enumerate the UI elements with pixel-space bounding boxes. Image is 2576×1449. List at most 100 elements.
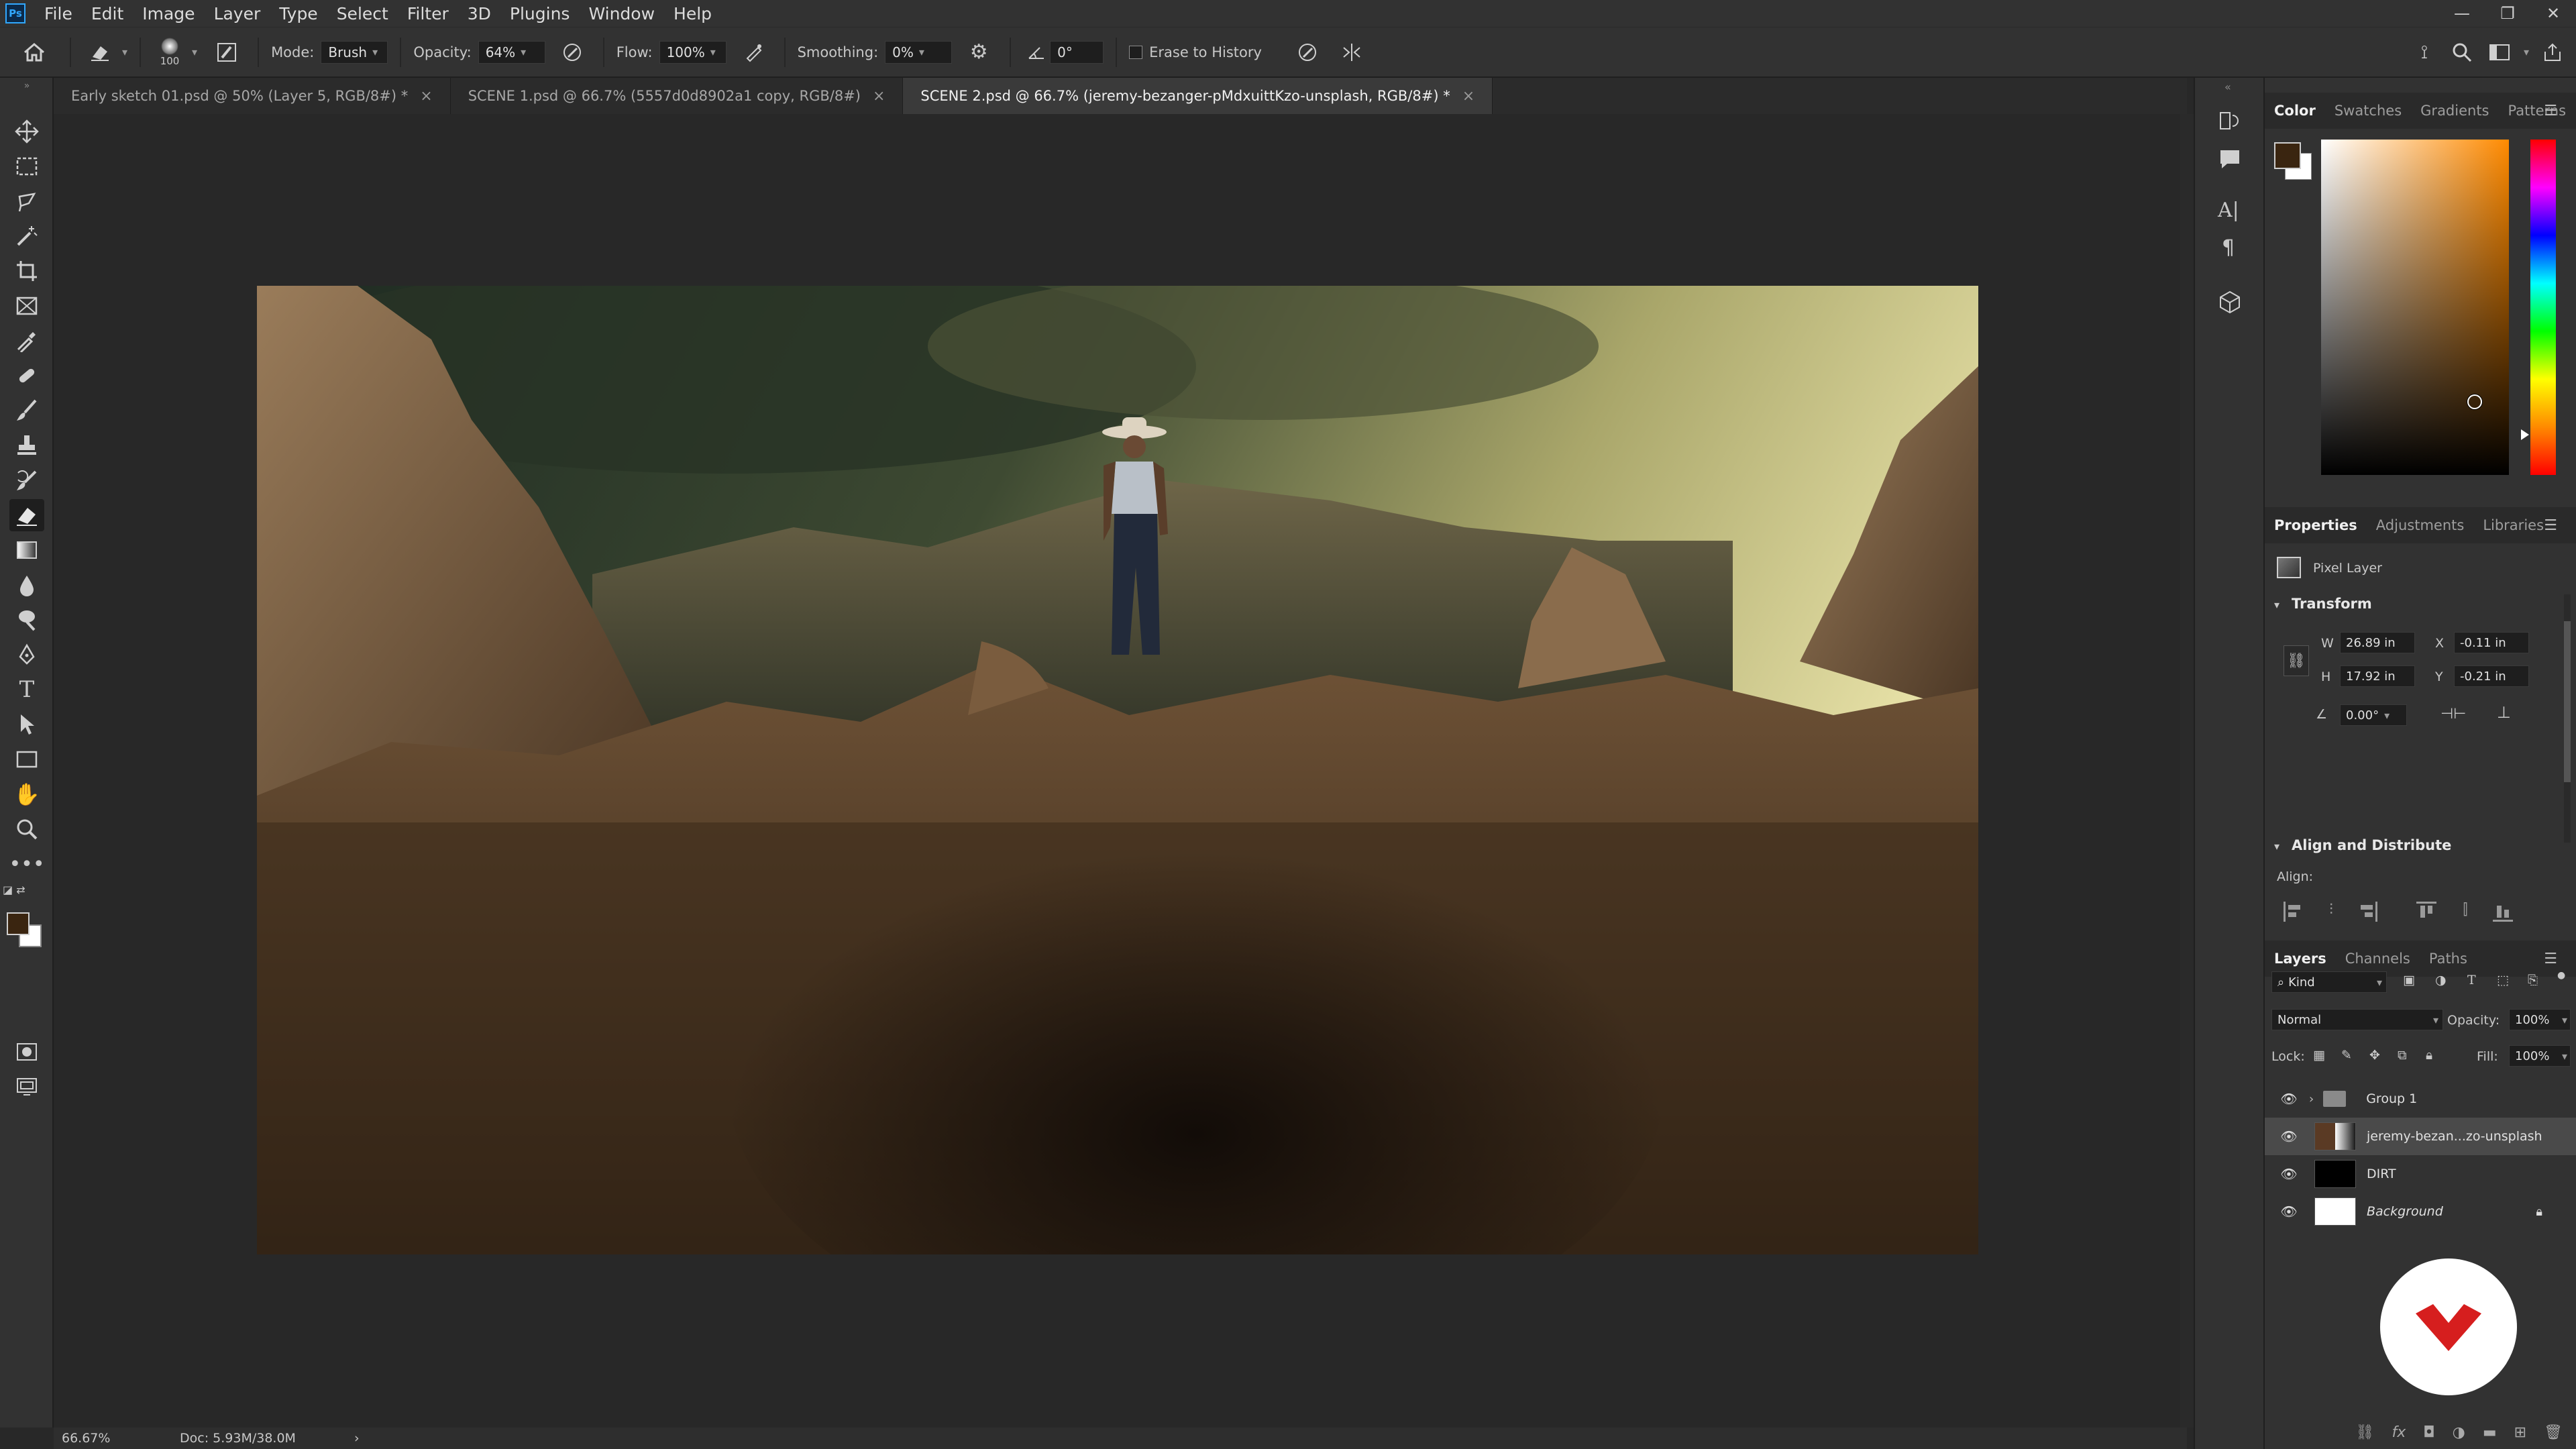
visibility-eye-icon[interactable]: 👁︎ [2275, 1203, 2302, 1220]
doc-size-info[interactable]: Doc: 5.93M/38.0M [180, 1431, 327, 1446]
restore-icon[interactable]: ❐ [2485, 4, 2530, 23]
x-input[interactable]: -0.11 in [2454, 632, 2529, 653]
close-icon[interactable]: ✕ [2530, 4, 2576, 23]
close-tab-icon[interactable]: × [1462, 88, 1474, 105]
layer-opacity-input[interactable]: 100% ▾ [2509, 1009, 2571, 1030]
chevron-down-icon[interactable]: ▾ [192, 46, 197, 58]
history-brush-tool-icon[interactable] [9, 464, 44, 496]
properties-scrollbar[interactable] [2564, 594, 2571, 843]
layer-row-selected[interactable]: 👁︎ jeremy-bezan...zo-unsplash [2265, 1118, 2576, 1155]
visibility-eye-icon[interactable]: 👁︎ [2275, 1166, 2302, 1182]
brush-angle-field[interactable]: 0° [1050, 40, 1104, 64]
flip-vertical-icon[interactable]: ⊥ [2497, 703, 2511, 722]
crop-tool-icon[interactable] [9, 255, 44, 287]
symmetry-icon[interactable] [1333, 42, 1371, 62]
lock-artboard-icon[interactable]: ⧉ [2398, 1048, 2407, 1063]
filter-smart-object-icon[interactable]: ⎘ [2528, 973, 2538, 987]
align-bottom-icon[interactable] [2493, 902, 2513, 922]
rectangle-tool-icon[interactable] [9, 743, 44, 775]
panel-menu-icon[interactable]: ☰ [2534, 951, 2567, 967]
y-input[interactable]: -0.21 in [2454, 665, 2529, 687]
eyedropper-tool-icon[interactable] [9, 325, 44, 357]
height-input[interactable]: 17.92 in [2340, 665, 2415, 687]
frame-tool-icon[interactable] [9, 290, 44, 322]
filter-adjustment-icon[interactable]: ◑ [2435, 973, 2447, 987]
chevron-down-icon[interactable]: ▾ [2274, 598, 2279, 611]
menu-window[interactable]: Window [579, 4, 664, 23]
type-tool-icon[interactable]: T [9, 674, 44, 706]
swap-colors-icon[interactable]: ◪ ⇄ [3, 881, 38, 898]
pressure-size-icon[interactable] [1289, 42, 1326, 62]
dodge-tool-icon[interactable] [9, 604, 44, 636]
menu-layer[interactable]: Layer [205, 4, 270, 23]
menu-image[interactable]: Image [133, 4, 204, 23]
marquee-tool-icon[interactable] [9, 150, 44, 182]
filter-shape-icon[interactable]: ⬚ [2497, 973, 2509, 987]
eraser-tool-preset-icon[interactable] [83, 42, 117, 62]
document-tab-active[interactable]: SCENE 2.psd @ 66.7% (jeremy-bezanger-pMd… [903, 78, 1493, 114]
flow-field[interactable]: 100% ▾ [659, 40, 727, 64]
home-icon[interactable] [11, 42, 58, 62]
link-layers-icon[interactable]: ⛓ [2356, 1424, 2375, 1441]
layer-row-group[interactable]: 👁︎ › Group 1 [2265, 1080, 2576, 1118]
fill-input[interactable]: 100% ▾ [2509, 1045, 2571, 1067]
hue-slider-handle[interactable] [2521, 429, 2529, 440]
tab-swatches[interactable]: Swatches [2325, 103, 2411, 119]
tab-paths[interactable]: Paths [2420, 951, 2477, 967]
layer-filter-kind-dropdown[interactable]: ⌕ Kind ▾ [2271, 971, 2387, 993]
vertical-scrollbar[interactable] [2180, 114, 2194, 1428]
gradient-tool-icon[interactable] [9, 534, 44, 566]
brush-size-picker[interactable]: 100 [153, 37, 186, 67]
smoothing-field[interactable]: 0% ▾ [885, 40, 953, 64]
airbrush-icon[interactable] [735, 42, 772, 62]
character-panel-icon[interactable]: A| [2218, 199, 2239, 222]
transform-section-title[interactable]: Transform [2292, 596, 2372, 612]
align-right-icon[interactable] [2357, 902, 2377, 922]
layer-row[interactable]: 👁︎ DIRT [2265, 1155, 2576, 1193]
mode-dropdown[interactable]: Brush ▾ [321, 40, 388, 64]
export-icon[interactable] [2529, 42, 2576, 62]
fx-icon[interactable]: fx [2392, 1424, 2406, 1441]
pen-tool-icon[interactable] [9, 639, 44, 671]
healing-brush-tool-icon[interactable] [9, 360, 44, 392]
trash-icon[interactable]: 🗑︎ [2544, 1424, 2563, 1441]
align-center-h-icon[interactable]: ⫶ [2321, 902, 2341, 922]
workspace-icon[interactable] [2481, 43, 2518, 62]
pressure-opacity-icon[interactable] [553, 42, 591, 62]
lock-position-icon[interactable]: ✥ [2369, 1048, 2380, 1063]
document-image[interactable] [257, 286, 1978, 1254]
new-group-icon[interactable]: ▬ [2483, 1424, 2497, 1441]
chevron-down-icon[interactable]: ▾ [2274, 840, 2279, 853]
menu-3d[interactable]: 3D [458, 4, 500, 23]
tab-color[interactable]: Color [2265, 103, 2325, 119]
opacity-field[interactable]: 64% ▾ [478, 40, 545, 64]
history-panel-icon[interactable] [2218, 109, 2242, 136]
minimize-icon[interactable]: — [2439, 4, 2485, 23]
paragraph-panel-icon[interactable]: ¶ [2222, 236, 2235, 260]
align-section-title[interactable]: Align and Distribute [2292, 837, 2451, 853]
lock-transparent-icon[interactable]: ▦ [2313, 1048, 2325, 1063]
chevron-down-icon[interactable]: ▾ [2524, 46, 2529, 58]
panel-menu-icon[interactable]: ☰ [2534, 103, 2567, 119]
zoom-level[interactable]: 66.67% [62, 1431, 156, 1446]
screen-mode-icon[interactable] [9, 1071, 44, 1103]
3d-panel-icon[interactable] [2218, 290, 2242, 317]
menu-select[interactable]: Select [327, 4, 398, 23]
color-foreground-swatch[interactable] [2274, 142, 2301, 169]
width-input[interactable]: 26.89 in [2340, 632, 2415, 653]
chevron-down-icon[interactable]: ▾ [122, 46, 127, 58]
menu-type[interactable]: Type [270, 4, 327, 23]
clone-stamp-tool-icon[interactable] [9, 429, 44, 462]
filter-pixel-icon[interactable]: ▣ [2403, 973, 2415, 987]
layer-name[interactable]: DIRT [2367, 1167, 2396, 1181]
layer-name[interactable]: jeremy-bezan...zo-unsplash [2367, 1129, 2542, 1144]
align-top-icon[interactable] [2416, 902, 2436, 922]
scrollbar-thumb[interactable] [2564, 621, 2571, 782]
close-tab-icon[interactable]: × [420, 88, 432, 105]
quick-mask-icon[interactable] [9, 1036, 44, 1068]
hue-slider[interactable] [2521, 140, 2556, 475]
layer-row-background[interactable]: 👁︎ Background 🔒︎ [2265, 1193, 2576, 1230]
menu-help[interactable]: Help [664, 4, 721, 23]
flip-horizontal-icon[interactable]: ⊣⊢ [2440, 706, 2466, 722]
add-mask-icon[interactable]: ◘ [2423, 1424, 2434, 1441]
